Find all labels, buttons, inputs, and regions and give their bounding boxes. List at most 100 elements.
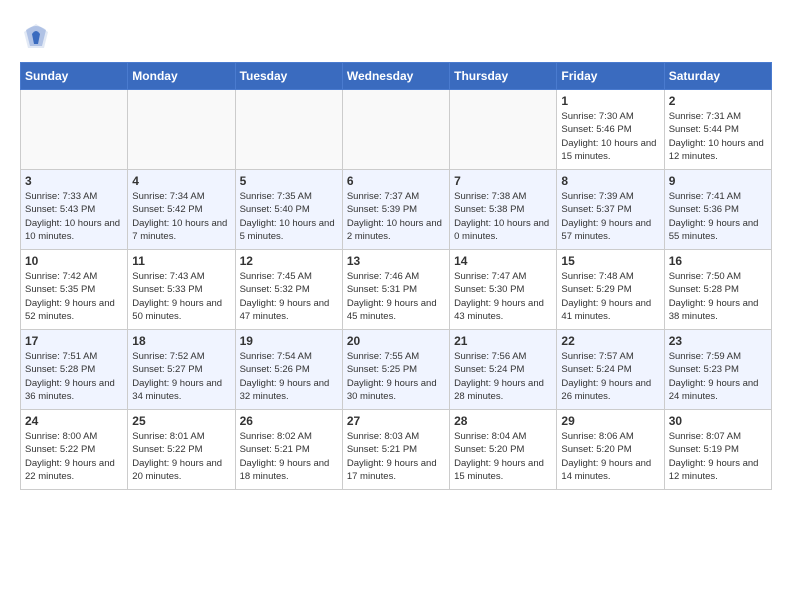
- calendar-cell: 27Sunrise: 8:03 AM Sunset: 5:21 PM Dayli…: [342, 410, 449, 490]
- calendar-cell: 28 Sunrise: 8:04 AM Sunset: 5:20 PM Dayli…: [450, 410, 557, 490]
- col-header-saturday: Saturday: [664, 63, 771, 90]
- calendar-cell: 12 Sunrise: 7:45 AM Sunset: 5:32 PM Dayli…: [235, 250, 342, 330]
- day-info: Sunrise: 8:06 AM Sunset: 5:20 PM Dayligh…: [561, 430, 659, 483]
- day-info: Sunrise: 8:02 AM Sunset: 5:21 PM Dayligh…: [240, 430, 338, 483]
- col-header-friday: Friday: [557, 63, 664, 90]
- calendar-cell: 17 Sunrise: 7:51 AM Sunset: 5:28 PM Dayli…: [21, 330, 128, 410]
- day-number: 13: [347, 254, 445, 268]
- calendar-cell: [235, 90, 342, 170]
- day-info: Sunrise: 7:31 AM Sunset: 5:44 PM Dayligh…: [669, 110, 767, 163]
- calendar-week-2: 10 Sunrise: 7:42 AM Sunset: 5:35 PM Dayli…: [21, 250, 772, 330]
- day-number: 25: [132, 414, 230, 428]
- day-info: Sunrise: 7:54 AM Sunset: 5:26 PM Dayligh…: [240, 350, 338, 403]
- calendar-cell: 8 Sunrise: 7:39 AM Sunset: 5:37 PM Daylig…: [557, 170, 664, 250]
- day-number: 6: [347, 174, 445, 188]
- day-number: 4: [132, 174, 230, 188]
- calendar-week-4: 24 Sunrise: 8:00 AM Sunset: 5:22 PM Dayli…: [21, 410, 772, 490]
- calendar-week-1: 3Sunrise: 7:33 AM Sunset: 5:43 PM Daylig…: [21, 170, 772, 250]
- day-number: 22: [561, 334, 659, 348]
- calendar-cell: 26 Sunrise: 8:02 AM Sunset: 5:21 PM Dayli…: [235, 410, 342, 490]
- day-number: 15: [561, 254, 659, 268]
- calendar-cell: 4Sunrise: 7:34 AM Sunset: 5:42 PM Daylig…: [128, 170, 235, 250]
- day-info: Sunrise: 7:47 AM Sunset: 5:30 PM Dayligh…: [454, 270, 552, 323]
- day-info: Sunrise: 7:39 AM Sunset: 5:37 PM Dayligh…: [561, 190, 659, 243]
- day-info: Sunrise: 7:38 AM Sunset: 5:38 PM Dayligh…: [454, 190, 552, 243]
- calendar-cell: 5 Sunrise: 7:35 AM Sunset: 5:40 PM Daylig…: [235, 170, 342, 250]
- day-info: Sunrise: 7:41 AM Sunset: 5:36 PM Dayligh…: [669, 190, 767, 243]
- day-info: Sunrise: 7:57 AM Sunset: 5:24 PM Dayligh…: [561, 350, 659, 403]
- calendar-cell: [21, 90, 128, 170]
- day-info: Sunrise: 8:03 AM Sunset: 5:21 PM Dayligh…: [347, 430, 445, 483]
- calendar-header: SundayMondayTuesdayWednesdayThursdayFrid…: [21, 63, 772, 90]
- day-info: Sunrise: 7:59 AM Sunset: 5:23 PM Dayligh…: [669, 350, 767, 403]
- day-info: Sunrise: 7:50 AM Sunset: 5:28 PM Dayligh…: [669, 270, 767, 323]
- day-info: Sunrise: 7:56 AM Sunset: 5:24 PM Dayligh…: [454, 350, 552, 403]
- calendar-cell: 14 Sunrise: 7:47 AM Sunset: 5:30 PM Dayli…: [450, 250, 557, 330]
- day-number: 28: [454, 414, 552, 428]
- day-number: 11: [132, 254, 230, 268]
- col-header-monday: Monday: [128, 63, 235, 90]
- logo: [20, 20, 56, 52]
- day-info: Sunrise: 7:45 AM Sunset: 5:32 PM Dayligh…: [240, 270, 338, 323]
- day-number: 8: [561, 174, 659, 188]
- calendar-cell: 20Sunrise: 7:55 AM Sunset: 5:25 PM Dayli…: [342, 330, 449, 410]
- day-number: 30: [669, 414, 767, 428]
- day-info: Sunrise: 8:07 AM Sunset: 5:19 PM Dayligh…: [669, 430, 767, 483]
- calendar-cell: 21 Sunrise: 7:56 AM Sunset: 5:24 PM Dayli…: [450, 330, 557, 410]
- calendar-cell: 24 Sunrise: 8:00 AM Sunset: 5:22 PM Dayli…: [21, 410, 128, 490]
- day-info: Sunrise: 7:37 AM Sunset: 5:39 PM Dayligh…: [347, 190, 445, 243]
- day-number: 26: [240, 414, 338, 428]
- col-header-tuesday: Tuesday: [235, 63, 342, 90]
- calendar-cell: 10 Sunrise: 7:42 AM Sunset: 5:35 PM Dayli…: [21, 250, 128, 330]
- day-number: 24: [25, 414, 123, 428]
- calendar-cell: 15 Sunrise: 7:48 AM Sunset: 5:29 PM Dayli…: [557, 250, 664, 330]
- day-number: 10: [25, 254, 123, 268]
- calendar-cell: 29 Sunrise: 8:06 AM Sunset: 5:20 PM Dayli…: [557, 410, 664, 490]
- calendar-cell: [342, 90, 449, 170]
- calendar-cell: 22 Sunrise: 7:57 AM Sunset: 5:24 PM Dayli…: [557, 330, 664, 410]
- calendar-cell: 9Sunrise: 7:41 AM Sunset: 5:36 PM Daylig…: [664, 170, 771, 250]
- day-number: 12: [240, 254, 338, 268]
- calendar-cell: 16 Sunrise: 7:50 AM Sunset: 5:28 PM Dayli…: [664, 250, 771, 330]
- calendar-cell: 2 Sunrise: 7:31 AM Sunset: 5:44 PM Daylig…: [664, 90, 771, 170]
- page-header: [20, 20, 772, 52]
- day-info: Sunrise: 8:00 AM Sunset: 5:22 PM Dayligh…: [25, 430, 123, 483]
- day-info: Sunrise: 7:33 AM Sunset: 5:43 PM Dayligh…: [25, 190, 123, 243]
- calendar-cell: 18 Sunrise: 7:52 AM Sunset: 5:27 PM Dayli…: [128, 330, 235, 410]
- day-info: Sunrise: 7:52 AM Sunset: 5:27 PM Dayligh…: [132, 350, 230, 403]
- day-number: 20: [347, 334, 445, 348]
- day-number: 1: [561, 94, 659, 108]
- logo-icon: [20, 20, 52, 52]
- calendar-cell: [128, 90, 235, 170]
- calendar-cell: 23Sunrise: 7:59 AM Sunset: 5:23 PM Dayli…: [664, 330, 771, 410]
- day-info: Sunrise: 7:48 AM Sunset: 5:29 PM Dayligh…: [561, 270, 659, 323]
- col-header-thursday: Thursday: [450, 63, 557, 90]
- calendar-cell: 6 Sunrise: 7:37 AM Sunset: 5:39 PM Daylig…: [342, 170, 449, 250]
- day-number: 16: [669, 254, 767, 268]
- day-info: Sunrise: 7:51 AM Sunset: 5:28 PM Dayligh…: [25, 350, 123, 403]
- day-number: 2: [669, 94, 767, 108]
- day-number: 21: [454, 334, 552, 348]
- day-info: Sunrise: 7:42 AM Sunset: 5:35 PM Dayligh…: [25, 270, 123, 323]
- calendar-cell: 30 Sunrise: 8:07 AM Sunset: 5:19 PM Dayli…: [664, 410, 771, 490]
- calendar-cell: 7Sunrise: 7:38 AM Sunset: 5:38 PM Daylig…: [450, 170, 557, 250]
- calendar-cell: 11 Sunrise: 7:43 AM Sunset: 5:33 PM Dayli…: [128, 250, 235, 330]
- day-number: 29: [561, 414, 659, 428]
- col-header-sunday: Sunday: [21, 63, 128, 90]
- calendar-cell: 1 Sunrise: 7:30 AM Sunset: 5:46 PM Daylig…: [557, 90, 664, 170]
- day-number: 14: [454, 254, 552, 268]
- calendar-cell: [450, 90, 557, 170]
- day-number: 19: [240, 334, 338, 348]
- day-info: Sunrise: 7:35 AM Sunset: 5:40 PM Dayligh…: [240, 190, 338, 243]
- day-number: 5: [240, 174, 338, 188]
- calendar-week-3: 17 Sunrise: 7:51 AM Sunset: 5:28 PM Dayli…: [21, 330, 772, 410]
- day-number: 17: [25, 334, 123, 348]
- day-info: Sunrise: 7:30 AM Sunset: 5:46 PM Dayligh…: [561, 110, 659, 163]
- calendar-cell: 3Sunrise: 7:33 AM Sunset: 5:43 PM Daylig…: [21, 170, 128, 250]
- day-info: Sunrise: 8:04 AM Sunset: 5:20 PM Dayligh…: [454, 430, 552, 483]
- day-info: Sunrise: 7:46 AM Sunset: 5:31 PM Dayligh…: [347, 270, 445, 323]
- day-info: Sunrise: 7:43 AM Sunset: 5:33 PM Dayligh…: [132, 270, 230, 323]
- calendar-table: SundayMondayTuesdayWednesdayThursdayFrid…: [20, 62, 772, 490]
- calendar-cell: 19 Sunrise: 7:54 AM Sunset: 5:26 PM Dayli…: [235, 330, 342, 410]
- day-number: 18: [132, 334, 230, 348]
